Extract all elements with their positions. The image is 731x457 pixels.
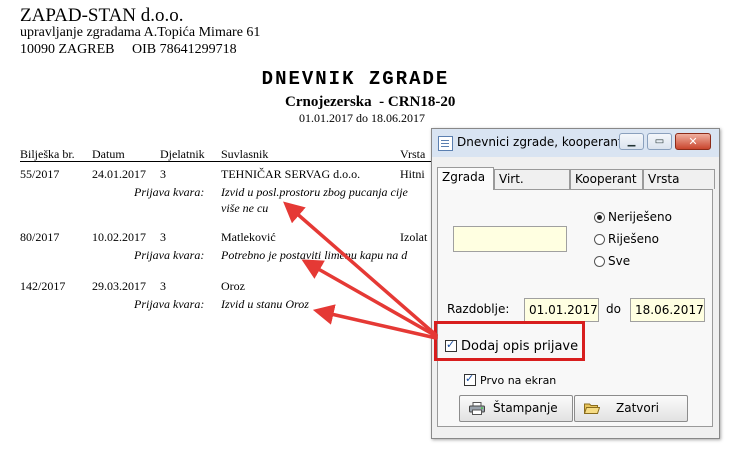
arrow-to-row3 — [312, 304, 438, 340]
maximize-button[interactable]: ▭ — [647, 133, 672, 150]
column-header-owner: Suvlasnik — [221, 147, 269, 161]
close-button[interactable]: Zatvori — [574, 395, 688, 422]
date-to-label: do — [606, 302, 621, 316]
company-city-oib: 10090 ZAGREB OIB 78641299718 — [20, 42, 237, 57]
screen-first-label: Prvo na ekran — [480, 374, 557, 387]
tab-zgrada[interactable]: Zgrada — [437, 167, 494, 190]
arrow-to-row2 — [301, 259, 438, 338]
row3-label: Prijava kvara: — [134, 297, 205, 311]
app-icon — [438, 136, 453, 151]
radio-selected-icon — [594, 212, 605, 223]
report-subtitle: Crnojezerska - CRN18-20 — [285, 94, 456, 110]
period-label: Razdoblje: — [447, 302, 510, 316]
close-icon: ✕ — [688, 135, 698, 148]
radio-icon — [594, 234, 605, 245]
date-to-input[interactable]: 18.06.2017 — [630, 298, 705, 322]
radio-label-sve: Sve — [608, 254, 631, 268]
row1-label: Prijava kvara: — [134, 185, 205, 199]
report-title: DNEVNIK ZGRADE — [0, 68, 731, 90]
close-button-label: Zatvori — [616, 401, 659, 415]
row2-date: 10.02.2017 — [92, 230, 146, 244]
date-from-input[interactable]: 01.01.2017 — [524, 298, 599, 322]
tab-kooperant[interactable]: Kooperant — [570, 169, 643, 189]
row3-worker: 3 — [160, 279, 166, 293]
company-name: ZAPAD-STAN d.o.o. — [20, 5, 184, 26]
building-input[interactable] — [453, 226, 567, 252]
radio-sve[interactable]: Sve — [594, 254, 630, 268]
report-title-text: DNEVNIK ZGRADE — [261, 68, 450, 90]
company-address: upravljanje zgradama A.Topića Mimare 61 — [20, 25, 261, 40]
maximize-icon: ▭ — [654, 136, 665, 147]
radio-icon — [594, 256, 605, 267]
row1-date: 24.01.2017 — [92, 167, 146, 181]
row1-desc: Izvid u posl.prostoru zbog pucanja cije — [221, 185, 408, 199]
tab-virt-zgrada[interactable]: Virt. zgrada — [494, 169, 570, 205]
row1-type: Hitni — [400, 167, 425, 181]
minimize-icon: ▁ — [627, 136, 636, 147]
row1-desc-cont: više ne cu — [221, 201, 269, 215]
header-divider — [20, 161, 432, 162]
row2-note-no: 80/2017 — [20, 230, 60, 244]
column-header-date: Datum — [92, 147, 125, 161]
checkbox-checked-icon — [464, 372, 476, 386]
window-title: Dnevnici zgrade, kooperant... — [457, 135, 635, 149]
folder-open-icon — [584, 403, 600, 414]
printer-icon — [469, 402, 485, 415]
column-header-type: Vrsta — [400, 147, 426, 161]
row3-owner: Oroz — [221, 279, 245, 293]
row1-owner: TEHNIČAR SERVAG d.o.o. — [221, 167, 361, 181]
arrow-to-row1 — [283, 201, 438, 337]
screen-first-checkbox[interactable]: Prvo na ekran — [464, 372, 557, 387]
title-bar[interactable]: Dnevnici zgrade, kooperant... ▁ ▭ ✕ — [432, 129, 719, 157]
column-header-note: Bilješka br. — [20, 147, 75, 161]
row3-desc: Izvid u stanu Oroz — [221, 297, 309, 311]
row1-worker: 3 — [160, 167, 166, 181]
highlight-box — [434, 321, 585, 361]
close-window-button[interactable]: ✕ — [675, 133, 711, 150]
print-button-label: Štampanje — [493, 401, 558, 415]
row3-date: 29.03.2017 — [92, 279, 146, 293]
minimize-button[interactable]: ▁ — [619, 133, 644, 150]
row3-note-no: 142/2017 — [20, 279, 66, 293]
radio-nerijeseno[interactable]: Neriješeno — [594, 210, 672, 224]
dialog-window: Dnevnici zgrade, kooperant... ▁ ▭ ✕ Zgra… — [431, 128, 720, 439]
row1-note-no: 55/2017 — [20, 167, 60, 181]
row2-type: Izolat — [400, 230, 428, 244]
print-button[interactable]: Štampanje — [459, 395, 573, 422]
report-date-range: 01.01.2017 do 18.06.2017 — [299, 111, 425, 125]
row2-desc: Potrebno je postaviti limenu kapu na d — [221, 248, 408, 262]
radio-label-nerijeseno: Neriješeno — [608, 210, 672, 224]
radio-label-rijeseno: Riješeno — [608, 232, 659, 246]
row2-label: Prijava kvara: — [134, 248, 205, 262]
row2-owner: Matleković — [221, 230, 276, 244]
row2-worker: 3 — [160, 230, 166, 244]
column-header-worker: Djelatnik — [160, 147, 205, 161]
tab-vrsta-rada[interactable]: Vrsta rada — [643, 169, 715, 205]
radio-rijeseno[interactable]: Riješeno — [594, 232, 659, 246]
